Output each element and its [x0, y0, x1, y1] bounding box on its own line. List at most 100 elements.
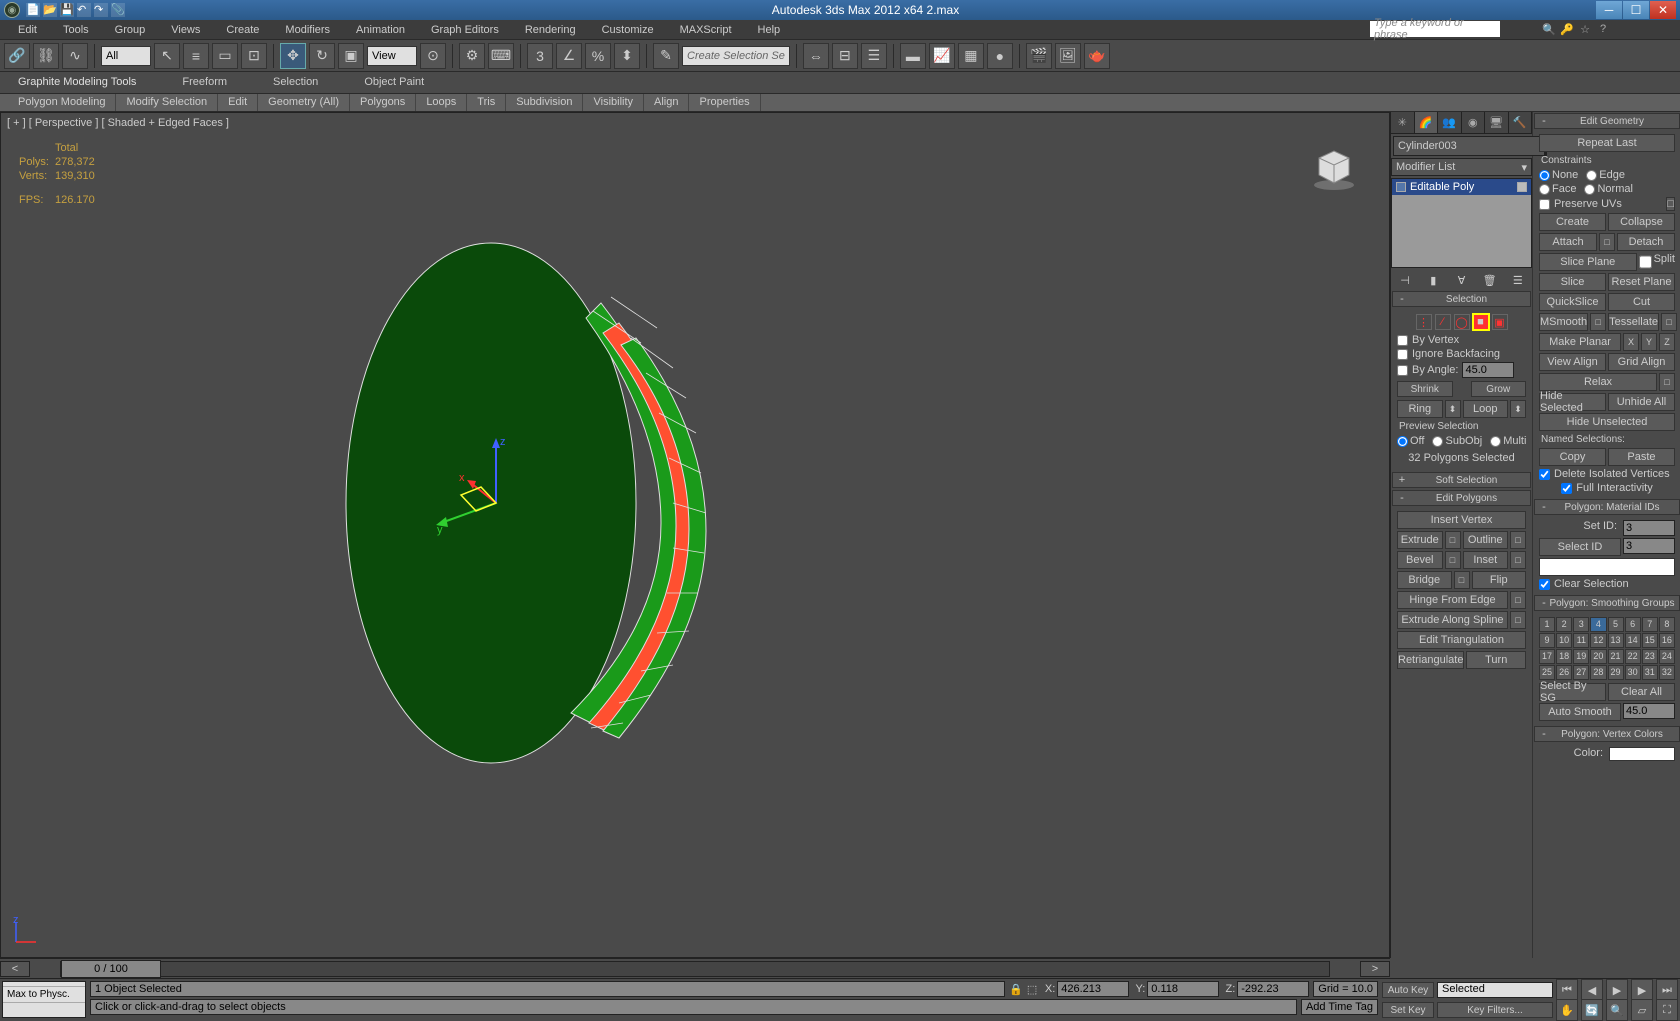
minimize-button[interactable]: ─	[1596, 1, 1622, 19]
rollout-edit-polygons[interactable]: -Edit Polygons	[1392, 490, 1531, 506]
listener-line2[interactable]: Max to Physc.	[3, 987, 85, 1003]
smoothing-group-30[interactable]: 30	[1625, 665, 1641, 680]
time-slider-track[interactable]: 0 / 100	[60, 961, 1330, 977]
ribbon-tab-selection[interactable]: Selection	[265, 72, 326, 93]
z-coord-input[interactable]: -292.23	[1237, 981, 1309, 997]
vertex-color-swatch[interactable]	[1609, 747, 1675, 761]
remove-mod-icon[interactable]: 🗑	[1482, 272, 1498, 288]
qat-redo-icon[interactable]: ↷	[94, 3, 108, 17]
selection-filter-dropdown[interactable]: All	[101, 46, 151, 66]
menu-views[interactable]: Views	[159, 22, 212, 38]
smoothing-group-21[interactable]: 21	[1608, 649, 1624, 664]
shrink-button[interactable]: Shrink	[1397, 381, 1453, 397]
ribbon-sub-polygons[interactable]: Polygons	[350, 94, 416, 111]
menu-rendering[interactable]: Rendering	[513, 22, 588, 38]
grow-button[interactable]: Grow	[1471, 381, 1527, 397]
create-button[interactable]: Create	[1539, 213, 1606, 231]
window-crossing-icon[interactable]: ⊡	[241, 43, 267, 69]
smoothing-group-17[interactable]: 17	[1539, 649, 1555, 664]
smoothing-group-26[interactable]: 26	[1556, 665, 1572, 680]
modifier-stack-item[interactable]: Editable Poly	[1392, 179, 1531, 195]
inset-button[interactable]: Inset	[1463, 551, 1509, 569]
rollout-smoothing-groups[interactable]: -Polygon: Smoothing Groups	[1534, 595, 1680, 611]
auto-key-button[interactable]: Auto Key	[1382, 982, 1434, 998]
x-coord-input[interactable]: 426.213	[1057, 981, 1129, 997]
rollout-material-ids[interactable]: -Polygon: Material IDs	[1534, 499, 1680, 515]
schematic-icon[interactable]: ▦	[958, 43, 984, 69]
viewport[interactable]: [ + ] [ Perspective ] [ Shaded + Edged F…	[0, 112, 1390, 958]
viewcube-icon[interactable]	[1309, 143, 1359, 193]
ribbon-sub-tris[interactable]: Tris	[467, 94, 506, 111]
smoothing-group-16[interactable]: 16	[1659, 633, 1675, 648]
qat-undo-icon[interactable]: ↶	[77, 3, 91, 17]
smoothing-group-19[interactable]: 19	[1573, 649, 1589, 664]
bridge-button[interactable]: Bridge	[1397, 571, 1452, 589]
flip-button[interactable]: Flip	[1472, 571, 1527, 589]
smoothing-group-10[interactable]: 10	[1556, 633, 1572, 648]
preserve-uvs-checkbox[interactable]	[1539, 199, 1550, 210]
relax-settings[interactable]: □	[1659, 373, 1675, 391]
keyboard-icon[interactable]: ⌨	[488, 43, 514, 69]
rollout-vertex-colors[interactable]: -Polygon: Vertex Colors	[1534, 726, 1680, 742]
qat-link-icon[interactable]: 📎	[111, 3, 125, 17]
smoothing-group-23[interactable]: 23	[1642, 649, 1658, 664]
play-icon[interactable]: ▶	[1606, 979, 1628, 1001]
tab-hierarchy-icon[interactable]: 👥	[1438, 112, 1462, 133]
menu-animation[interactable]: Animation	[344, 22, 417, 38]
vertex-mode-icon[interactable]: ⋮	[1416, 314, 1432, 330]
expand-icon[interactable]	[1396, 182, 1406, 192]
extrude-spline-settings-button[interactable]: □	[1510, 611, 1526, 629]
ribbon-sub-edit[interactable]: Edit	[218, 94, 258, 111]
nav-pan-icon[interactable]: ✋	[1556, 999, 1578, 1021]
set-id-input[interactable]: 3	[1623, 520, 1675, 536]
app-icon[interactable]: ◉	[4, 2, 20, 18]
nav-zoom-icon[interactable]: 🔍	[1606, 999, 1628, 1021]
qat-save-icon[interactable]: 💾	[60, 3, 74, 17]
search-icon[interactable]: 🔍	[1542, 22, 1556, 36]
extrude-button[interactable]: Extrude	[1397, 531, 1443, 549]
auto-smooth-input[interactable]: 45.0	[1623, 703, 1675, 719]
by-angle-input[interactable]: 45.0	[1462, 362, 1514, 378]
tab-utilities-icon[interactable]: 🔨	[1509, 112, 1533, 133]
make-planar-button[interactable]: Make Planar	[1539, 333, 1621, 351]
snap-icon[interactable]: 3	[527, 43, 553, 69]
smoothing-group-28[interactable]: 28	[1590, 665, 1606, 680]
bevel-settings-button[interactable]: □	[1445, 551, 1461, 569]
relax-button[interactable]: Relax	[1539, 373, 1657, 391]
cut-button[interactable]: Cut	[1608, 293, 1675, 311]
unlink-icon[interactable]: ⛓	[33, 43, 59, 69]
ignore-backfacing-checkbox[interactable]	[1397, 349, 1408, 360]
ribbon-tab-freeform[interactable]: Freeform	[174, 72, 235, 93]
ribbon-sub-subdivision[interactable]: Subdivision	[506, 94, 583, 111]
manipulate-icon[interactable]: ⚙	[459, 43, 485, 69]
clear-selection-checkbox[interactable]	[1539, 579, 1550, 590]
menu-help[interactable]: Help	[746, 22, 793, 38]
bind-icon[interactable]: ∿	[62, 43, 88, 69]
nav-fov-icon[interactable]: ▱	[1631, 999, 1653, 1021]
by-vertex-checkbox[interactable]	[1397, 335, 1408, 346]
ribbon-tab-objectpaint[interactable]: Object Paint	[356, 72, 432, 93]
constraint-normal-radio[interactable]	[1584, 184, 1595, 195]
tessellate-button[interactable]: Tessellate	[1608, 313, 1659, 331]
smoothing-group-1[interactable]: 1	[1539, 617, 1555, 632]
smoothing-group-8[interactable]: 8	[1659, 617, 1675, 632]
select-by-name-icon[interactable]: ≡	[183, 43, 209, 69]
ribbon-sub-loops[interactable]: Loops	[416, 94, 467, 111]
ribbon-tab-modeling[interactable]: Graphite Modeling Tools	[10, 72, 144, 93]
auto-smooth-button[interactable]: Auto Smooth	[1539, 703, 1621, 721]
tessellate-settings[interactable]: □	[1661, 313, 1677, 331]
attach-list-button[interactable]: □	[1599, 233, 1615, 251]
preserve-uvs-settings[interactable]: □	[1666, 197, 1675, 211]
smoothing-group-27[interactable]: 27	[1573, 665, 1589, 680]
insert-vertex-button[interactable]: Insert Vertex	[1397, 511, 1526, 529]
retriangulate-button[interactable]: Retriangulate	[1397, 651, 1464, 669]
rollout-soft-selection[interactable]: +Soft Selection	[1392, 472, 1531, 488]
help-search-input[interactable]: Type a keyword or phrase	[1370, 21, 1500, 37]
help-icon[interactable]: ?	[1596, 22, 1610, 36]
rotate-icon[interactable]: ↻	[309, 43, 335, 69]
maxscript-listener[interactable]: Max to Physc.	[2, 981, 86, 1018]
constraint-edge-radio[interactable]	[1586, 170, 1597, 181]
rollout-edit-geometry[interactable]: -Edit Geometry	[1534, 113, 1680, 129]
menu-create[interactable]: Create	[214, 22, 271, 38]
pin-stack-icon[interactable]: ⊣	[1397, 272, 1413, 288]
